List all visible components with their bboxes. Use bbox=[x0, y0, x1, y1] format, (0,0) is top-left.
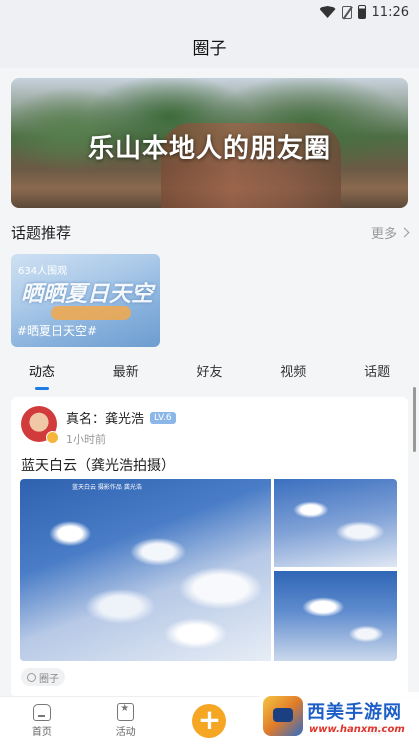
feed-tabs: 动态 最新 好友 视频 话题 bbox=[0, 350, 419, 390]
circle-tag[interactable]: 圈子 bbox=[21, 668, 65, 686]
tab-friends[interactable]: 好友 bbox=[168, 361, 252, 380]
banner-text: 乐山本地人的朋友圈 bbox=[87, 134, 331, 164]
status-bar: 11:26 bbox=[0, 0, 419, 24]
post-card[interactable]: 真名：龚光浩 LV.6 1小时前 蓝天白云（龚光浩拍摄） 蓝天白云 摄影作品 龚… bbox=[11, 397, 408, 697]
status-time: 11:26 bbox=[371, 4, 409, 20]
watermark-title: 西美手游网 bbox=[307, 702, 402, 723]
add-post-button[interactable]: + bbox=[192, 703, 227, 738]
tab-video[interactable]: 视频 bbox=[251, 361, 335, 380]
avatar[interactable] bbox=[21, 406, 59, 444]
more-topics-link[interactable]: 更多 bbox=[370, 223, 410, 242]
tab-dynamic[interactable]: 动态 bbox=[0, 361, 84, 380]
nav-home-label: 首页 bbox=[31, 726, 52, 738]
page-title-bar: 圈子 bbox=[0, 24, 419, 68]
page-title: 圈子 bbox=[192, 38, 227, 59]
watermark-url: www.hanxm.com bbox=[309, 724, 405, 735]
nav-add[interactable]: + bbox=[179, 703, 239, 738]
circle-tag-label: 圈子 bbox=[39, 673, 59, 685]
post-image-main[interactable]: 蓝天白云 摄影作品 龚光浩 bbox=[20, 479, 271, 661]
no-sim-icon bbox=[341, 5, 352, 19]
tab-topics[interactable]: 话题 bbox=[335, 361, 419, 380]
image-watermark-text: 蓝天白云 摄影作品 龚光浩 bbox=[72, 484, 142, 491]
watermark-logo-icon bbox=[263, 696, 303, 736]
author-row: 真名：龚光浩 LV.6 bbox=[66, 408, 176, 427]
home-icon bbox=[32, 703, 51, 721]
nav-activity-label: 活动 bbox=[115, 727, 136, 738]
level-badge: LV.6 bbox=[150, 411, 176, 424]
circle-icon bbox=[27, 672, 36, 682]
post-text: 蓝天白云（龚光浩拍摄） bbox=[21, 458, 175, 474]
topic-card[interactable]: 晒晒夏日天空 634人围观 #晒夏日天空# bbox=[11, 254, 160, 347]
post-image-bottom[interactable] bbox=[274, 571, 397, 661]
topic-name: #晒夏日天空# bbox=[17, 324, 98, 338]
banner[interactable]: 乐山本地人的朋友圈 bbox=[11, 78, 408, 208]
topic-card-decor-bar bbox=[51, 306, 131, 320]
topics-section-title: 话题推荐 bbox=[11, 224, 72, 242]
scrollbar[interactable] bbox=[413, 387, 416, 452]
activity-icon bbox=[117, 703, 135, 721]
site-watermark: 西美手游网 www.hanxm.com bbox=[259, 692, 419, 744]
verified-icon bbox=[46, 431, 59, 444]
author-name[interactable]: 真名：龚光浩 bbox=[66, 408, 144, 427]
chevron-right-icon bbox=[399, 227, 410, 238]
topic-views: 634人围观 bbox=[18, 266, 68, 277]
topics-section-header: 话题推荐 更多 bbox=[11, 222, 410, 243]
nav-home[interactable]: 首页 bbox=[12, 703, 72, 738]
post-time: 1小时前 bbox=[66, 433, 106, 446]
post-image-top[interactable] bbox=[274, 479, 397, 567]
wifi-icon bbox=[319, 6, 336, 18]
topic-card-decor-text: 晒晒夏日天空 bbox=[21, 282, 154, 307]
more-label: 更多 bbox=[370, 227, 397, 242]
battery-icon bbox=[357, 5, 366, 19]
tab-latest[interactable]: 最新 bbox=[84, 361, 168, 380]
nav-activity[interactable]: 活动 bbox=[96, 703, 156, 738]
